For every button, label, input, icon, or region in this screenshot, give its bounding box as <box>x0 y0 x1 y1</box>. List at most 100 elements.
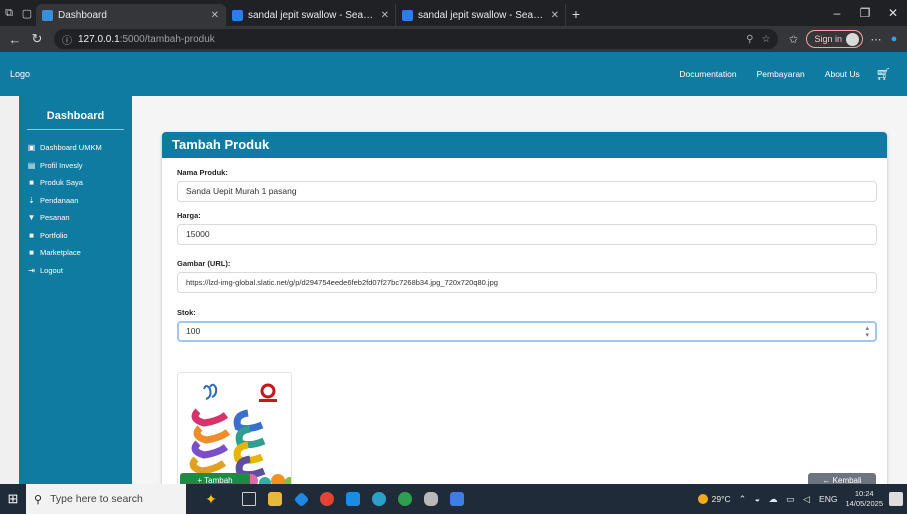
tab-title: sandal jepit swallow - Search <box>248 9 375 21</box>
bing-icon <box>232 9 243 21</box>
sidebar-item-label: Dashboard UMKM <box>40 143 102 153</box>
tab-search-1[interactable]: sandal jepit swallow - Search ✕ <box>226 4 396 26</box>
more-options-icon[interactable]: ⋯ <box>867 33 885 46</box>
file-explorer-icon[interactable] <box>262 484 288 514</box>
cart-icon[interactable]: 🛒︎ <box>870 67 897 81</box>
card-title: Tambah Produk <box>162 132 887 158</box>
store-icon: ■ <box>29 248 34 258</box>
sidebar-item-pesanan[interactable]: ▼ Pesanan <box>19 209 132 227</box>
nav-link-pembayaran[interactable]: Pembayaran <box>747 69 815 79</box>
close-tab-icon[interactable]: ✕ <box>551 10 559 21</box>
dashboard-icon: ▣ <box>27 143 36 153</box>
close-tab-icon[interactable]: ✕ <box>381 10 389 21</box>
taskbar-search[interactable]: ⚲ Type here to search <box>26 484 186 514</box>
sidebar-item-pendanaan[interactable]: ⇣ Pendanaan <box>19 192 132 210</box>
weather-sun-icon <box>697 494 708 504</box>
edge-icon[interactable] <box>366 484 392 514</box>
chrome-alt-icon[interactable] <box>392 484 418 514</box>
store-app-icon[interactable] <box>444 484 470 514</box>
sidebar-item-logout[interactable]: ⇥ Logout <box>19 262 132 280</box>
browser-tab-strip: ⧉ ▢ Dashboard ✕ sandal jepit swallow - S… <box>0 0 907 26</box>
favorites-icon[interactable]: ✩ <box>784 33 802 46</box>
nama-produk-input[interactable]: Sanda Uepit Murah 1 pasang <box>177 181 877 202</box>
nama-produk-label: Nama Produk: <box>177 168 228 177</box>
sidebar-item-label: Logout <box>40 265 63 275</box>
favorite-star-icon[interactable]: ☆ <box>762 34 771 45</box>
sidebar-item-label: Profil Invesly <box>40 160 83 170</box>
weather-widget[interactable]: 29°C <box>697 494 731 504</box>
new-tab-button[interactable]: + <box>566 4 586 26</box>
profile-icon: ▤ <box>27 160 36 170</box>
url-path: :5000/tambah-produk <box>119 33 215 45</box>
taskbar-search-placeholder: Type here to search <box>50 493 143 505</box>
sandal-product-image <box>178 373 291 486</box>
windows-taskbar: ⊞ ⚲ Type here to search ✦ 29°C ⌃ ◒ ☁ ▭ ◁… <box>0 484 907 514</box>
close-window-icon[interactable]: ✕ <box>879 0 907 26</box>
bing-icon <box>402 9 413 21</box>
copilot-icon[interactable]: ● <box>885 33 903 45</box>
tab-favicon-icon <box>42 9 53 21</box>
sidebar-item-label: Pendanaan <box>40 195 79 205</box>
sidebar-divider <box>27 129 124 130</box>
stok-label: Stok: <box>177 308 196 317</box>
clock-date: 14/05/2025 <box>845 499 883 508</box>
address-bar[interactable]: ⓘ 127.0.0.1:5000/tambah-produk ⚲ ☆ <box>54 29 779 49</box>
harga-input[interactable]: 15000 <box>177 224 877 245</box>
box-icon: ■ <box>29 178 34 188</box>
sidebar-item-dashboard-umkm[interactable]: ▣ Dashboard UMKM <box>19 139 132 157</box>
window-controls: – ❐ ✕ <box>823 0 907 26</box>
main-content: Tambah Produk Nama Produk: Sanda Uepit M… <box>132 96 907 492</box>
system-tray: 29°C ⌃ ◒ ☁ ▭ ◁ ENG 10:24 14/05/2025 <box>697 484 907 514</box>
sidebar-item-label: Marketplace <box>40 248 81 258</box>
app-icon-diamond[interactable] <box>288 484 314 514</box>
funding-icon: ⇣ <box>28 195 35 205</box>
windows-start-icon[interactable]: ⊞ <box>0 484 26 514</box>
search-highlight-icon[interactable]: ✦ <box>186 484 236 514</box>
tab-actions-icon[interactable]: ▢ <box>18 0 36 26</box>
app-viewport: Logo Documentation Pembayaran About Us 🛒… <box>0 52 907 492</box>
clock[interactable]: 10:24 14/05/2025 <box>845 489 883 509</box>
info-icon[interactable]: ⓘ <box>62 32 72 47</box>
tray-icons[interactable]: ⌃ ◒ ☁ ▭ ◁ <box>739 494 813 505</box>
minimize-icon[interactable]: – <box>823 0 851 26</box>
vscode-icon[interactable] <box>340 484 366 514</box>
chrome-icon[interactable] <box>314 484 340 514</box>
reload-icon[interactable]: ↻ <box>26 28 48 50</box>
avatar-icon <box>846 32 859 46</box>
back-arrow-icon[interactable]: ← <box>4 28 26 50</box>
clock-time: 10:24 <box>854 489 874 498</box>
tab-search-2[interactable]: sandal jepit swallow - Search Ima ✕ <box>396 4 566 26</box>
close-tab-icon[interactable]: ✕ <box>211 10 219 21</box>
stok-input[interactable]: 100 ▴ ▾ <box>177 321 877 342</box>
language-indicator[interactable]: ENG <box>819 494 837 504</box>
sidebar-item-label: Portfolio <box>40 230 68 240</box>
tab-title: Dashboard <box>58 9 107 21</box>
sign-in-button[interactable]: Sign in <box>806 30 863 48</box>
nav-link-documentation[interactable]: Documentation <box>669 69 746 79</box>
sidebar-item-portfolio[interactable]: ■ Portfolio <box>19 227 132 245</box>
logo[interactable]: Logo <box>10 69 30 79</box>
notification-icon[interactable] <box>889 492 903 506</box>
sidebar-item-label: Produk Saya <box>40 178 83 188</box>
gambar-url-label: Gambar (URL): <box>177 259 231 268</box>
workspaces-icon[interactable]: ⧉ <box>0 0 18 26</box>
stok-value: 100 <box>186 326 201 336</box>
url-host: 127.0.0.1 <box>78 33 120 45</box>
sidebar-item-marketplace[interactable]: ■ Marketplace <box>19 244 132 262</box>
sidebar-item-profil-invesly[interactable]: ▤ Profil Invesly <box>19 157 132 175</box>
sidebar: Dashboard ▣ Dashboard UMKM ▤ Profil Invesl… <box>19 96 132 484</box>
gambar-url-input[interactable]: https://lzd-img-global.slatic.net/g/p/d2… <box>177 272 877 293</box>
task-view-icon[interactable] <box>236 484 262 514</box>
number-spinner-icon[interactable]: ▴ ▾ <box>865 325 869 339</box>
browser-toolbar: ← ↻ ⓘ 127.0.0.1:5000/tambah-produk ⚲ ☆ ✩… <box>0 26 907 52</box>
nav-link-about-us[interactable]: About Us <box>815 69 870 79</box>
restore-icon[interactable]: ❐ <box>851 0 879 26</box>
zoom-icon[interactable]: ⚲ <box>746 34 753 45</box>
sidebar-item-produk-saya[interactable]: ■ Produk Saya <box>19 174 132 192</box>
cart-icon: ▼ <box>27 213 36 223</box>
sidebar-item-label: Pesanan <box>40 213 70 223</box>
tab-dashboard[interactable]: Dashboard ✕ <box>36 4 226 26</box>
logout-icon: ⇥ <box>28 265 35 275</box>
database-icon[interactable] <box>418 484 444 514</box>
sidebar-title: Dashboard <box>46 110 105 122</box>
